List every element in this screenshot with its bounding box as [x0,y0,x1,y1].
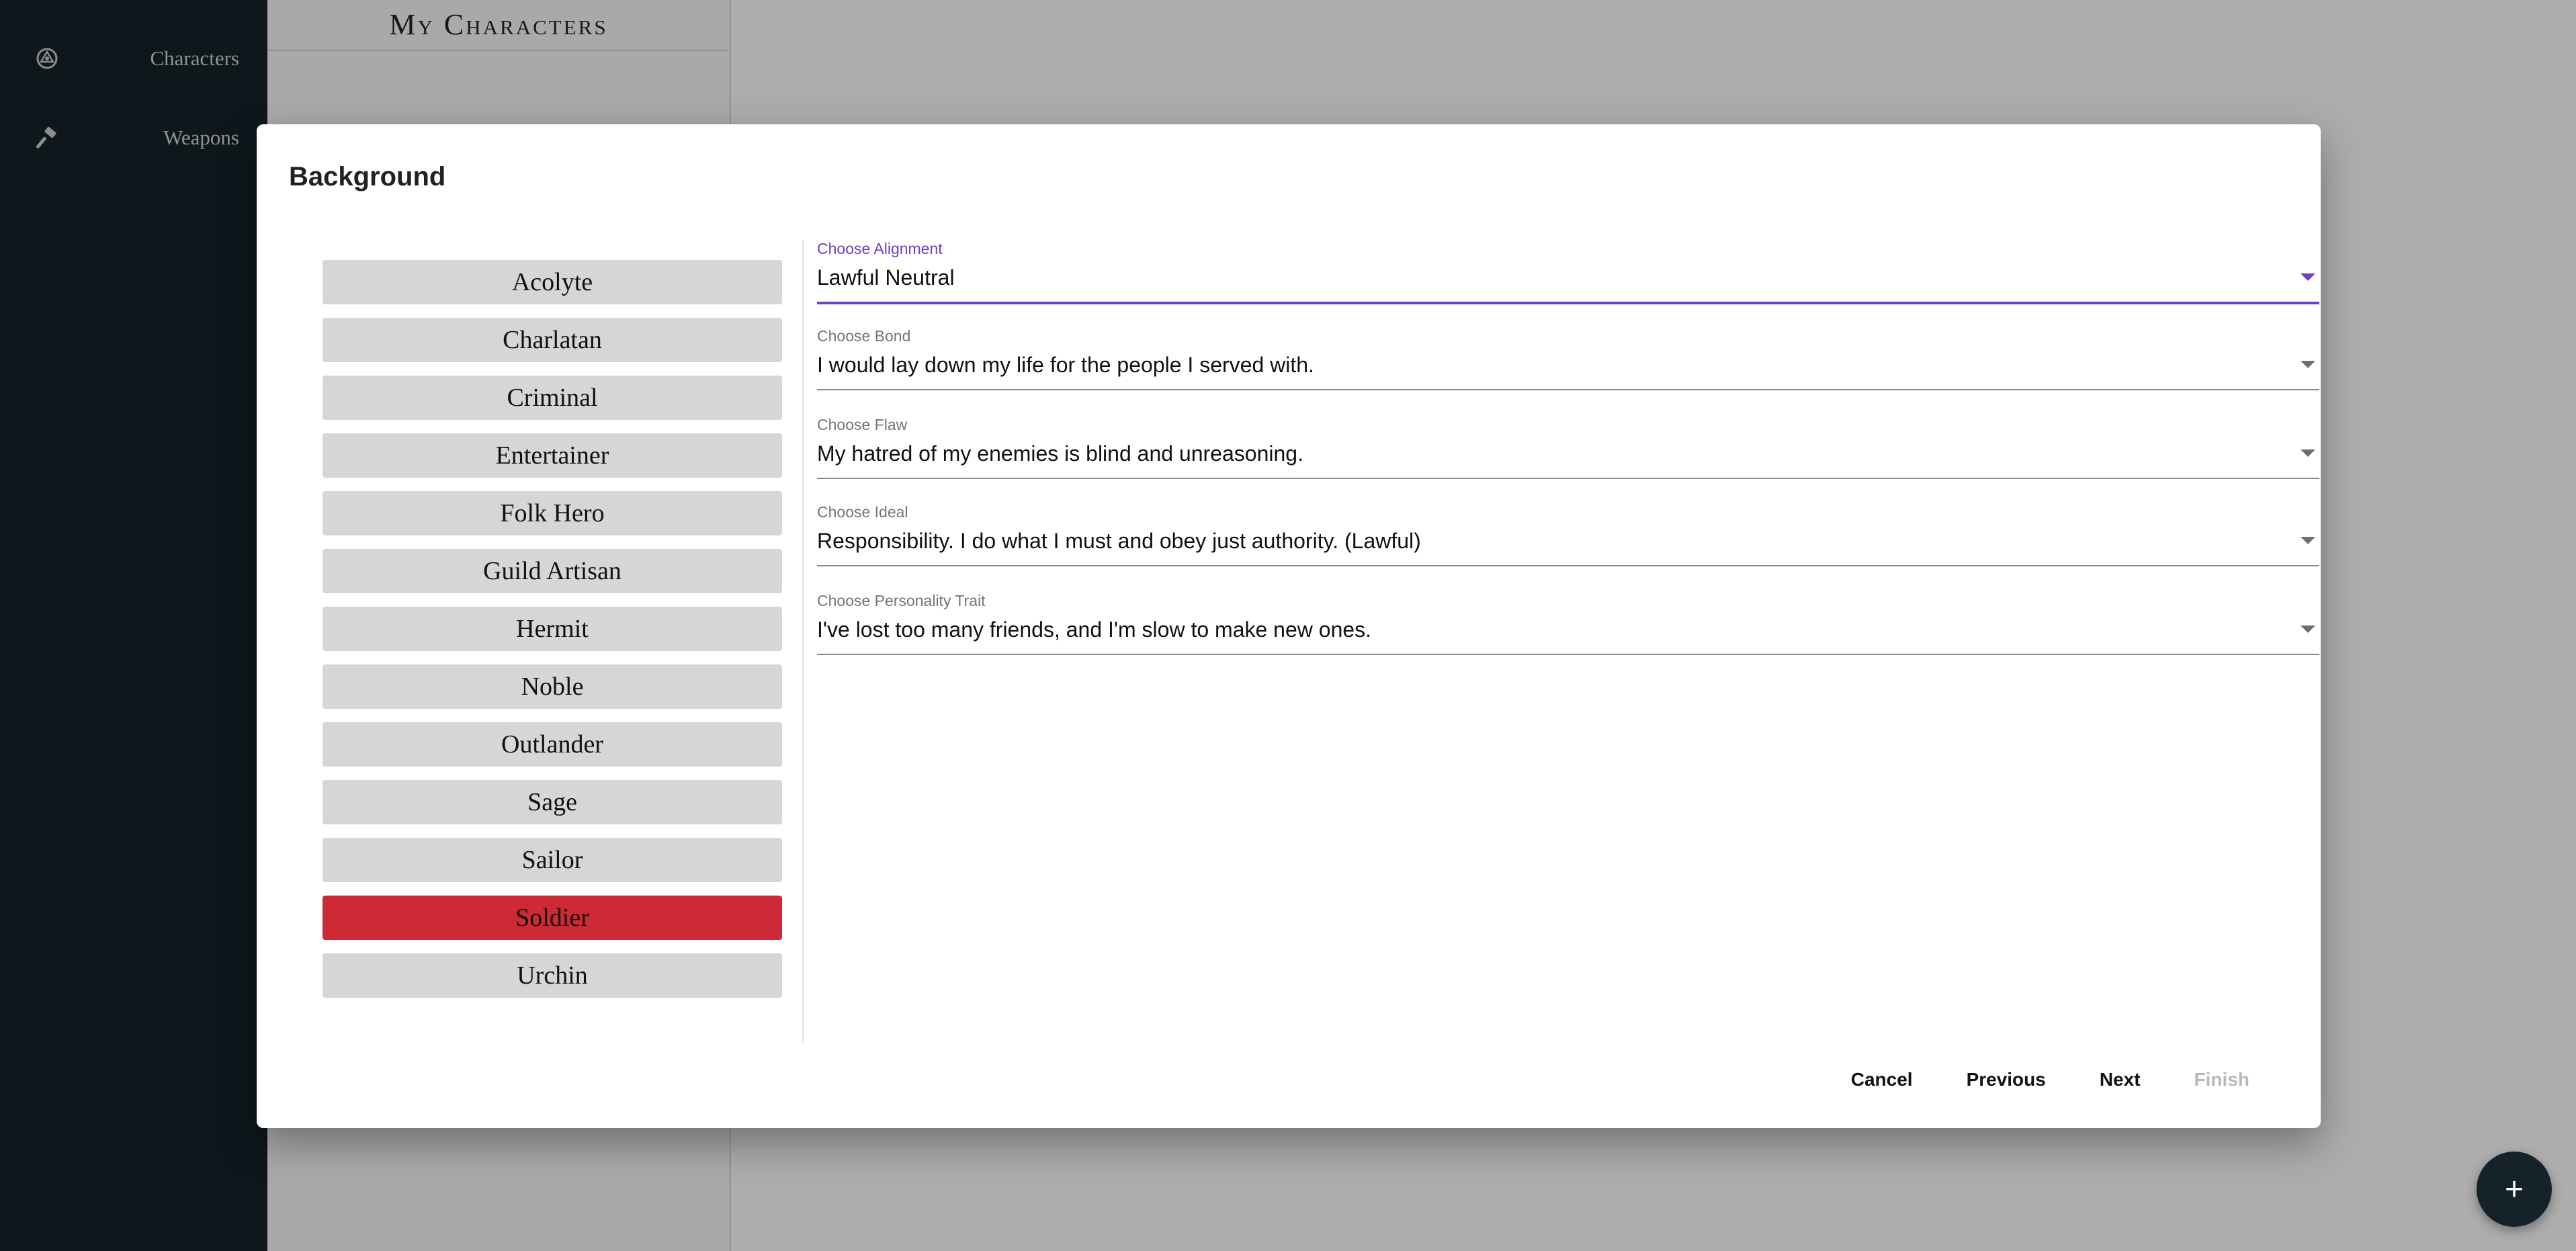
background-option-hermit[interactable]: Hermit [323,607,782,651]
add-character-button[interactable]: + [2477,1152,2552,1227]
dropdown-arrow-icon [2301,537,2315,544]
background-option-urchin[interactable]: Urchin [323,953,782,998]
background-option-noble[interactable]: Noble [323,664,782,709]
background-option-outlander[interactable]: Outlander [323,722,782,767]
background-dialog: Background Acolyte Charlatan Criminal En… [257,124,2321,1128]
background-option-sailor[interactable]: Sailor [323,838,782,882]
bond-value: I would lay down my life for the people … [817,353,1314,377]
flaw-select[interactable]: Choose Flaw My hatred of my enemies is b… [817,416,2319,479]
dropdown-arrow-icon [2301,273,2315,281]
divider [802,240,804,1043]
personality-trait-value: I've lost too many friends, and I'm slow… [817,617,1372,642]
dropdown-arrow-icon [2301,626,2315,633]
plus-icon: + [2504,1171,2524,1207]
ideal-value: Responsibility. I do what I must and obe… [817,529,1421,553]
flaw-value: My hatred of my enemies is blind and unr… [817,441,1303,466]
background-option-folk-hero[interactable]: Folk Hero [323,491,782,535]
personality-trait-label: Choose Personality Trait [817,592,986,609]
background-option-soldier[interactable]: Soldier [323,896,782,940]
background-list: Acolyte Charlatan Criminal Entertainer F… [323,260,782,1011]
dropdown-arrow-icon [2301,361,2315,368]
dialog-title: Background [289,162,446,191]
dropdown-arrow-icon [2301,449,2315,457]
ideal-label: Choose Ideal [817,503,908,521]
background-option-criminal[interactable]: Criminal [323,376,782,420]
background-option-entertainer[interactable]: Entertainer [323,433,782,478]
alignment-select[interactable]: Choose Alignment Lawful Neutral [817,240,2319,304]
bond-label: Choose Bond [817,327,911,345]
flaw-label: Choose Flaw [817,416,908,433]
alignment-value: Lawful Neutral [817,265,955,290]
alignment-label: Choose Alignment [817,240,943,257]
background-option-acolyte[interactable]: Acolyte [323,260,782,304]
cancel-button[interactable]: Cancel [1824,1060,1940,1100]
dialog-actions: Cancel Previous Next Finish [1824,1060,2276,1100]
next-button[interactable]: Next [2073,1060,2167,1100]
bond-select[interactable]: Choose Bond I would lay down my life for… [817,327,2319,390]
finish-button: Finish [2167,1060,2276,1100]
personality-trait-select[interactable]: Choose Personality Trait I've lost too m… [817,592,2319,655]
background-option-sage[interactable]: Sage [323,780,782,824]
ideal-select[interactable]: Choose Ideal Responsibility. I do what I… [817,503,2319,566]
previous-button[interactable]: Previous [1940,1060,2073,1100]
background-option-guild-artisan[interactable]: Guild Artisan [323,549,782,593]
background-option-charlatan[interactable]: Charlatan [323,318,782,362]
